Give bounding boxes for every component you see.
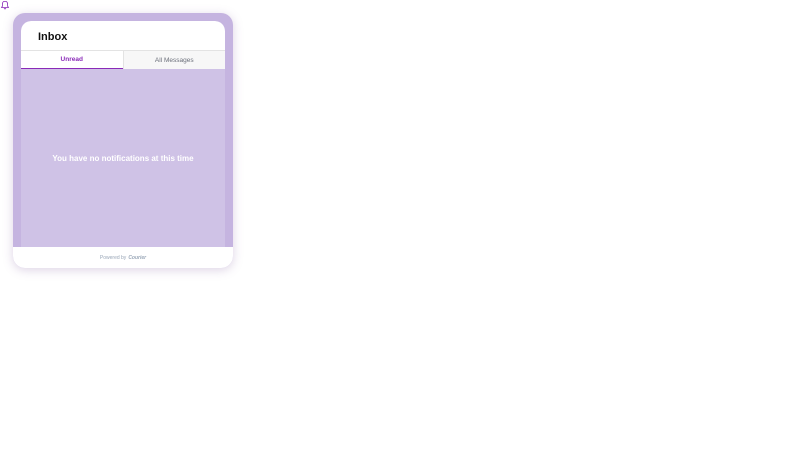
powered-by-footer: Powered by Courier bbox=[13, 247, 233, 268]
empty-state-message: You have no notifications at this time bbox=[52, 153, 194, 163]
powered-by-label: Powered by bbox=[99, 254, 127, 261]
tab-unread[interactable]: Unread bbox=[21, 51, 123, 69]
notification-panel: Inbox Unread All Messages You have no no… bbox=[13, 13, 233, 268]
inbox-header: Inbox bbox=[21, 21, 225, 50]
inbox-card: Inbox Unread All Messages You have no no… bbox=[21, 21, 225, 247]
inbox-title: Inbox bbox=[38, 30, 68, 43]
bell-icon[interactable] bbox=[0, 0, 10, 10]
tab-all-messages[interactable]: All Messages bbox=[122, 51, 225, 69]
courier-brand-link[interactable]: Courier bbox=[128, 255, 146, 261]
empty-state: You have no notifications at this time bbox=[21, 69, 225, 247]
inbox-tabs: Unread All Messages bbox=[21, 50, 225, 69]
